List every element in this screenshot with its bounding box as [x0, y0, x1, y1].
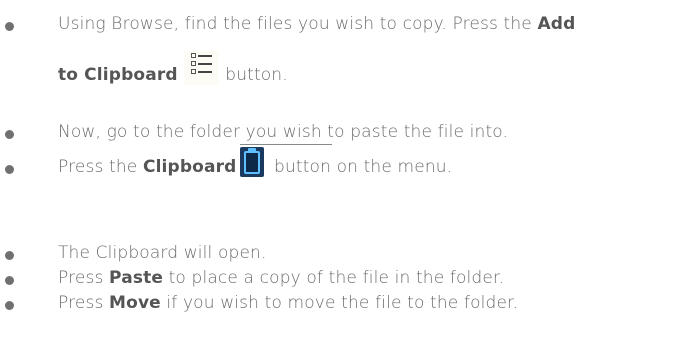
bullet	[5, 251, 14, 260]
step-text: if you wish to move the file to the fold…	[160, 293, 519, 313]
step-bold-text: Add	[537, 14, 576, 34]
step-text: Now, go to the folder you wish to paste …	[58, 122, 509, 142]
step-text: button on the menu.	[268, 157, 453, 177]
step-bold-text: Clipboard	[142, 157, 237, 177]
step-text: button.	[219, 65, 288, 85]
list-icon	[183, 51, 218, 85]
step-text: Press the	[58, 157, 143, 177]
instructions-document: Using Browse, find the files you wish to…	[0, 0, 678, 339]
step-6-line: Press Move if you wish to move the file …	[58, 293, 518, 313]
bullet	[5, 22, 14, 31]
text-underline-decoration	[240, 144, 332, 145]
step-3-line: Press the Clipboard button on the menu.	[58, 147, 453, 177]
step-5-line: Press Paste to place a copy of the file …	[58, 268, 504, 288]
bullet	[5, 276, 14, 285]
step-text: Press	[58, 268, 110, 288]
bullet	[5, 130, 14, 139]
bullet	[5, 301, 14, 310]
step-1-line-2: to Clipboard button.	[58, 51, 288, 85]
step-text: Using Browse, find the files you wish to…	[58, 14, 538, 34]
step-bold-text: to Clipboard	[58, 65, 178, 85]
step-bold-text: Move	[109, 293, 161, 313]
step-1-line-1: Using Browse, find the files you wish to…	[58, 14, 575, 34]
step-text: The Clipboard will open.	[58, 243, 267, 263]
step-bold-text: Paste	[109, 268, 164, 288]
bullet	[5, 165, 14, 174]
step-text: to place a copy of the file in the folde…	[163, 268, 505, 288]
clipboard-icon	[240, 147, 265, 177]
step-text: Press	[58, 293, 110, 313]
